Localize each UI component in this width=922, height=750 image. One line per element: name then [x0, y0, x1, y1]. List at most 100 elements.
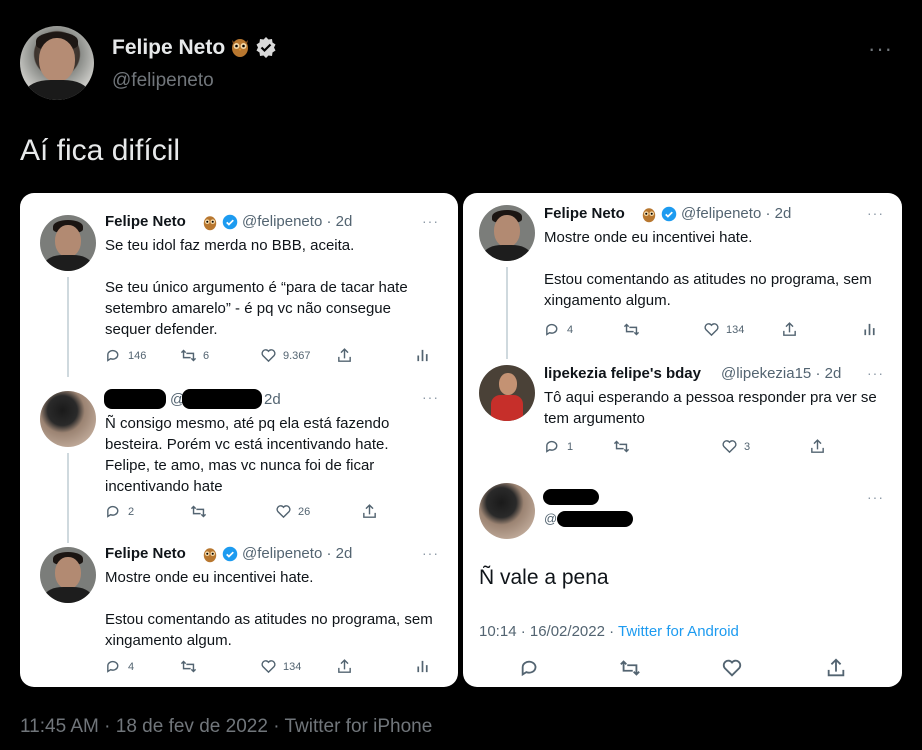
thread-line	[67, 277, 69, 377]
thread-line	[67, 453, 69, 543]
analytics-icon	[864, 323, 875, 336]
redacted-handle	[182, 389, 262, 409]
share-icon	[338, 659, 351, 673]
thread-line	[506, 267, 508, 359]
redacted-name	[543, 489, 599, 505]
heart-icon	[261, 349, 276, 363]
right-t3-text: Ñ vale a pena	[479, 566, 609, 589]
redacted-handle	[557, 511, 633, 527]
author-handle[interactable]: @felipeneto	[112, 70, 214, 92]
left-t3-handle: @felipeneto · 2d	[242, 545, 353, 562]
tweet-time[interactable]: 11:45 AM	[20, 716, 99, 737]
right-t1-avatar	[479, 205, 535, 261]
analytics-icon	[417, 660, 428, 673]
retweet-icon	[180, 660, 197, 673]
right-t1-name: Felipe Neto	[544, 205, 625, 222]
share-icon	[363, 504, 376, 518]
heart-icon	[261, 660, 276, 674]
right-t2-handle: @lipekezia15 · 2d	[721, 365, 842, 382]
separator: ·	[104, 716, 111, 737]
retweet-action	[190, 503, 207, 520]
left-t1-handle: @felipeneto · 2d	[242, 213, 353, 230]
attached-image-right[interactable]: Felipe Neto @felipeneto · 2d ··· Mostre …	[463, 193, 902, 687]
reply-icon	[107, 349, 119, 362]
source-link: Twitter for Android	[618, 623, 739, 640]
more-options-button[interactable]: ···	[868, 36, 893, 62]
attached-image-left[interactable]: Felipe Neto @felipeneto · 2d ··· Se teu …	[20, 193, 458, 687]
verified-badge-icon	[222, 546, 238, 562]
share-icon	[783, 322, 796, 336]
analytics-icon	[417, 349, 428, 362]
reply-icon	[107, 660, 119, 673]
share-icon	[811, 439, 824, 453]
left-t1-name: Felipe Neto	[105, 213, 186, 230]
retweet-icon	[190, 505, 207, 518]
right-t1-handle: @felipeneto · 2d	[681, 205, 792, 222]
like-action: 3	[721, 438, 750, 455]
right-t1-text: Mostre onde eu incentivei hate. Estou co…	[544, 229, 872, 309]
more-icon: ···	[422, 213, 439, 229]
right-t2-name: lipekezia felipe's bday	[544, 365, 701, 382]
retweet-action	[613, 438, 630, 455]
owl-emoji-icon	[642, 208, 656, 223]
like-action: 134	[260, 658, 301, 675]
author-name-row[interactable]: Felipe Neto	[112, 36, 277, 60]
verified-badge-icon	[222, 214, 238, 230]
reply-icon	[546, 440, 558, 453]
left-t1-avatar	[40, 215, 96, 271]
more-icon: ···	[867, 365, 884, 381]
retweet-icon	[613, 440, 630, 453]
retweet-icon	[620, 660, 640, 676]
left-t2-avatar	[40, 391, 96, 447]
left-t3-name: Felipe Neto	[105, 545, 186, 562]
left-t3-avatar	[40, 547, 96, 603]
tweet-text: Aí fica difícil	[20, 134, 181, 167]
left-t2-text: Ñ consigo mesmo, até pq ela está fazendo…	[105, 415, 390, 495]
verified-badge-icon	[661, 206, 677, 222]
like-action: 9.367	[260, 347, 311, 364]
reply-action: 146	[105, 347, 146, 364]
heart-icon	[722, 440, 737, 454]
right-t3-avatar	[479, 483, 535, 539]
heart-icon	[722, 659, 742, 677]
share-icon	[827, 658, 845, 677]
tweet-source: Twitter for iPhone	[284, 716, 433, 737]
reply-action: 2	[105, 503, 134, 520]
redacted-name	[104, 389, 166, 409]
reply-action: 4	[544, 321, 573, 338]
tweet-date[interactable]: 18 de fev de 2022	[116, 716, 268, 737]
retweet-action	[180, 658, 197, 675]
more-icon: ···	[867, 489, 884, 505]
owl-emoji-icon	[203, 548, 217, 563]
heart-icon	[276, 505, 291, 519]
verified-badge-icon	[256, 37, 276, 58]
separator: ·	[273, 716, 280, 737]
like-action: 26	[275, 503, 310, 520]
more-icon: ···	[867, 205, 884, 221]
author-name[interactable]: Felipe Neto	[112, 36, 225, 59]
like-action: 134	[703, 321, 744, 338]
reply-action: 4	[105, 658, 134, 675]
more-icon: ···	[422, 389, 439, 405]
heart-icon	[704, 323, 719, 337]
reply-icon	[107, 505, 119, 518]
author-avatar[interactable]	[20, 26, 94, 100]
retweet-action	[623, 321, 640, 338]
retweet-icon	[180, 349, 197, 362]
right-t2-avatar	[479, 365, 535, 421]
left-t3-text: Mostre onde eu incentivei hate. Estou co…	[105, 569, 433, 649]
owl-emoji-icon	[232, 39, 249, 57]
reply-action: 1	[544, 438, 573, 455]
right-t3-handle: @	[544, 511, 558, 526]
share-icon	[338, 348, 351, 362]
left-t1-text: Se teu idol faz merda no BBB, aceita. Se…	[105, 237, 408, 338]
retweet-action: 6	[180, 347, 209, 364]
right-t2-text: Tô aqui esperando a pessoa responder pra…	[544, 389, 877, 427]
more-icon: ···	[422, 545, 439, 561]
reply-icon	[546, 323, 558, 336]
tweet-timestamp[interactable]: 11:45 AM · 18 de fev de 2022 · Twitter f…	[20, 716, 432, 738]
owl-emoji-icon	[203, 216, 217, 231]
retweet-icon	[623, 323, 640, 336]
image-divider	[459, 193, 462, 687]
reply-icon	[521, 660, 537, 677]
